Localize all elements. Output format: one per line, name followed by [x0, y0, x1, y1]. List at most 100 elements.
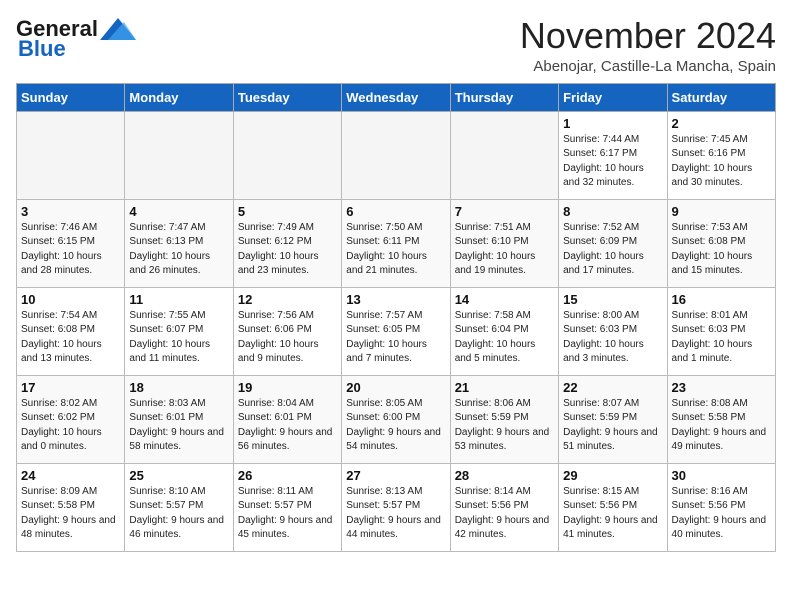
- calendar-day-cell: 10Sunrise: 7:54 AMSunset: 6:08 PMDayligh…: [17, 287, 125, 375]
- day-number: 15: [563, 292, 662, 307]
- calendar-day-cell: 29 Sunrise: 8:15 AMSunset: 5:56 PMDayligh…: [559, 463, 667, 551]
- title-block: November 2024 Abenojar, Castille-La Manc…: [520, 16, 776, 75]
- day-number: 2: [672, 116, 771, 131]
- calendar-day-cell: 12 Sunrise: 7:56 AMSunset: 6:06 PMDayligh…: [233, 287, 341, 375]
- calendar-day-cell: 28 Sunrise: 8:14 AMSunset: 5:56 PMDayligh…: [450, 463, 558, 551]
- day-info: Sunrise: 8:01 AMSunset: 6:03 PMDaylight:…: [672, 309, 771, 367]
- day-number: 12: [238, 292, 337, 307]
- calendar-day-cell: 21Sunrise: 8:06 AMSunset: 5:59 PMDayligh…: [450, 375, 558, 463]
- calendar-day-cell: 17 Sunrise: 8:02 AMSunset: 6:02 PMDayligh…: [17, 375, 125, 463]
- logo: General Blue: [16, 16, 136, 62]
- day-info: Sunrise: 7:47 AMSunset: 6:13 PMDaylight:…: [129, 221, 228, 279]
- day-info: Sunrise: 8:10 AMSunset: 5:57 PMDaylight:…: [129, 485, 228, 543]
- day-number: 23: [672, 380, 771, 395]
- calendar-day-cell: 8 Sunrise: 7:52 AMSunset: 6:09 PMDaylight…: [559, 199, 667, 287]
- calendar-day-cell: 18 Sunrise: 8:03 AMSunset: 6:01 PMDayligh…: [125, 375, 233, 463]
- day-number: 26: [238, 468, 337, 483]
- calendar-day-cell: 16 Sunrise: 8:01 AMSunset: 6:03 PMDayligh…: [667, 287, 775, 375]
- calendar-week-row: 17 Sunrise: 8:02 AMSunset: 6:02 PMDayligh…: [17, 375, 776, 463]
- day-number: 9: [672, 204, 771, 219]
- day-info: Sunrise: 8:09 AMSunset: 5:58 PMDaylight:…: [21, 485, 120, 543]
- weekday-header: Sunday: [17, 83, 125, 111]
- day-number: 13: [346, 292, 445, 307]
- day-number: 29: [563, 468, 662, 483]
- day-info: Sunrise: 7:56 AMSunset: 6:06 PMDaylight:…: [238, 309, 337, 367]
- month-title: November 2024: [520, 16, 776, 56]
- day-number: 28: [455, 468, 554, 483]
- calendar-day-cell: 11 Sunrise: 7:55 AMSunset: 6:07 PMDayligh…: [125, 287, 233, 375]
- calendar-day-cell: 23Sunrise: 8:08 AMSunset: 5:58 PMDayligh…: [667, 375, 775, 463]
- day-number: 1: [563, 116, 662, 131]
- calendar-day-cell: 7Sunrise: 7:51 AMSunset: 6:10 PMDaylight…: [450, 199, 558, 287]
- day-info: Sunrise: 8:03 AMSunset: 6:01 PMDaylight:…: [129, 397, 228, 455]
- day-info: Sunrise: 7:44 AMSunset: 6:17 PMDaylight:…: [563, 133, 662, 191]
- calendar-day-cell: [233, 111, 341, 199]
- calendar-day-cell: 22 Sunrise: 8:07 AMSunset: 5:59 PMDayligh…: [559, 375, 667, 463]
- calendar-day-cell: 30 Sunrise: 8:16 AMSunset: 5:56 PMDayligh…: [667, 463, 775, 551]
- calendar-day-cell: 14 Sunrise: 7:58 AMSunset: 6:04 PMDayligh…: [450, 287, 558, 375]
- logo-blue: Blue: [18, 36, 66, 62]
- day-info: Sunrise: 8:05 AMSunset: 6:00 PMDaylight:…: [346, 397, 445, 455]
- calendar-table: SundayMondayTuesdayWednesdayThursdayFrid…: [16, 83, 776, 552]
- day-number: 24: [21, 468, 120, 483]
- calendar-day-cell: 25 Sunrise: 8:10 AMSunset: 5:57 PMDayligh…: [125, 463, 233, 551]
- day-number: 8: [563, 204, 662, 219]
- day-info: Sunrise: 8:02 AMSunset: 6:02 PMDaylight:…: [21, 397, 120, 455]
- calendar-day-cell: 13Sunrise: 7:57 AMSunset: 6:05 PMDayligh…: [342, 287, 450, 375]
- day-info: Sunrise: 8:06 AMSunset: 5:59 PMDaylight:…: [455, 397, 554, 455]
- logo-icon: [100, 18, 136, 40]
- weekday-header: Thursday: [450, 83, 558, 111]
- day-info: Sunrise: 7:53 AMSunset: 6:08 PMDaylight:…: [672, 221, 771, 279]
- day-number: 20: [346, 380, 445, 395]
- day-info: Sunrise: 8:00 AMSunset: 6:03 PMDaylight:…: [563, 309, 662, 367]
- calendar-day-cell: 19 Sunrise: 8:04 AMSunset: 6:01 PMDayligh…: [233, 375, 341, 463]
- day-info: Sunrise: 7:52 AMSunset: 6:09 PMDaylight:…: [563, 221, 662, 279]
- day-number: 18: [129, 380, 228, 395]
- day-number: 16: [672, 292, 771, 307]
- calendar-day-cell: 20 Sunrise: 8:05 AMSunset: 6:00 PMDayligh…: [342, 375, 450, 463]
- calendar-week-row: 1 Sunrise: 7:44 AMSunset: 6:17 PMDaylight…: [17, 111, 776, 199]
- day-info: Sunrise: 8:16 AMSunset: 5:56 PMDaylight:…: [672, 485, 771, 543]
- day-number: 19: [238, 380, 337, 395]
- day-info: Sunrise: 8:11 AMSunset: 5:57 PMDaylight:…: [238, 485, 337, 543]
- calendar-week-row: 24 Sunrise: 8:09 AMSunset: 5:58 PMDayligh…: [17, 463, 776, 551]
- calendar-day-cell: [342, 111, 450, 199]
- calendar-day-cell: 6Sunrise: 7:50 AMSunset: 6:11 PMDaylight…: [342, 199, 450, 287]
- day-info: Sunrise: 7:46 AMSunset: 6:15 PMDaylight:…: [21, 221, 120, 279]
- weekday-header: Friday: [559, 83, 667, 111]
- day-number: 4: [129, 204, 228, 219]
- day-info: Sunrise: 8:13 AMSunset: 5:57 PMDaylight:…: [346, 485, 445, 543]
- day-number: 5: [238, 204, 337, 219]
- day-info: Sunrise: 7:55 AMSunset: 6:07 PMDaylight:…: [129, 309, 228, 367]
- day-info: Sunrise: 7:45 AMSunset: 6:16 PMDaylight:…: [672, 133, 771, 191]
- calendar-day-cell: [450, 111, 558, 199]
- page-header: General Blue November 2024 Abenojar, Cas…: [16, 16, 776, 75]
- calendar-day-cell: 1 Sunrise: 7:44 AMSunset: 6:17 PMDaylight…: [559, 111, 667, 199]
- day-number: 14: [455, 292, 554, 307]
- day-number: 30: [672, 468, 771, 483]
- calendar-day-cell: 2 Sunrise: 7:45 AMSunset: 6:16 PMDaylight…: [667, 111, 775, 199]
- day-number: 7: [455, 204, 554, 219]
- day-number: 27: [346, 468, 445, 483]
- calendar-week-row: 3 Sunrise: 7:46 AMSunset: 6:15 PMDaylight…: [17, 199, 776, 287]
- day-number: 22: [563, 380, 662, 395]
- day-info: Sunrise: 7:54 AMSunset: 6:08 PMDaylight:…: [21, 309, 120, 367]
- day-info: Sunrise: 8:04 AMSunset: 6:01 PMDaylight:…: [238, 397, 337, 455]
- day-info: Sunrise: 8:07 AMSunset: 5:59 PMDaylight:…: [563, 397, 662, 455]
- day-info: Sunrise: 7:58 AMSunset: 6:04 PMDaylight:…: [455, 309, 554, 367]
- calendar-day-cell: 9 Sunrise: 7:53 AMSunset: 6:08 PMDaylight…: [667, 199, 775, 287]
- weekday-header: Monday: [125, 83, 233, 111]
- weekday-header: Saturday: [667, 83, 775, 111]
- day-number: 25: [129, 468, 228, 483]
- day-info: Sunrise: 8:15 AMSunset: 5:56 PMDaylight:…: [563, 485, 662, 543]
- day-info: Sunrise: 8:14 AMSunset: 5:56 PMDaylight:…: [455, 485, 554, 543]
- day-number: 17: [21, 380, 120, 395]
- calendar-day-cell: [125, 111, 233, 199]
- location: Abenojar, Castille-La Mancha, Spain: [520, 58, 776, 75]
- day-number: 3: [21, 204, 120, 219]
- calendar-day-cell: [17, 111, 125, 199]
- weekday-header: Wednesday: [342, 83, 450, 111]
- day-number: 11: [129, 292, 228, 307]
- calendar-day-cell: 27 Sunrise: 8:13 AMSunset: 5:57 PMDayligh…: [342, 463, 450, 551]
- calendar-day-cell: 24 Sunrise: 8:09 AMSunset: 5:58 PMDayligh…: [17, 463, 125, 551]
